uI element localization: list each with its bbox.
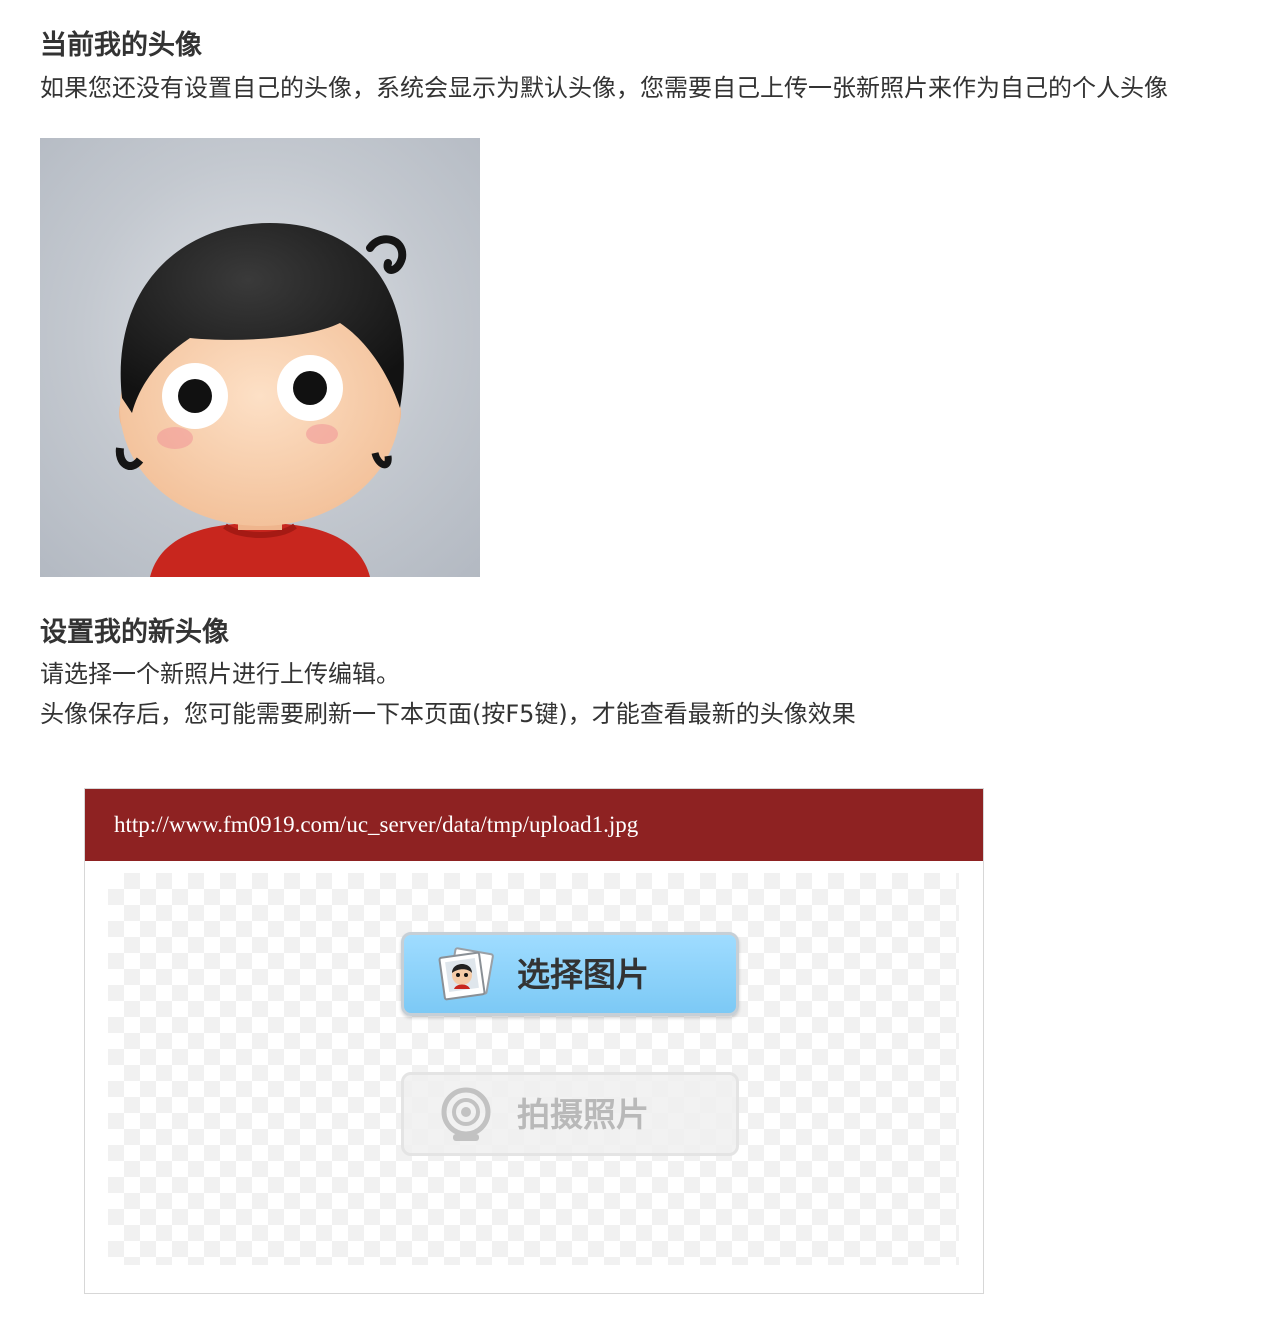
take-photo-button[interactable]: 拍摄照片 (401, 1072, 739, 1156)
current-avatar-heading: 当前我的头像 (40, 30, 202, 61)
photo-stack-icon (436, 945, 498, 1005)
current-avatar-description: 如果您还没有设置自己的头像，系统会显示为默认头像，您需要自己上传一张新照片来作为… (40, 74, 1168, 102)
avatar-uploader: http://www.fm0919.com/uc_server/data/tmp… (84, 788, 984, 1294)
webcam-icon (436, 1085, 498, 1145)
select-image-label: 选择图片 (517, 955, 649, 994)
uploader-url: http://www.fm0919.com/uc_server/data/tmp… (114, 812, 639, 837)
new-avatar-refresh-note: 头像保存后，您可能需要刷新一下本页面(按F5键)，才能查看最新的头像效果 (40, 700, 856, 728)
default-avatar-image (40, 138, 480, 577)
uploader-header: http://www.fm0919.com/uc_server/data/tmp… (85, 789, 983, 861)
new-avatar-instruction: 请选择一个新照片进行上传编辑。 (40, 660, 400, 688)
take-photo-label: 拍摄照片 (517, 1095, 649, 1134)
new-avatar-heading: 设置我的新头像 (40, 617, 229, 648)
select-image-button[interactable]: 选择图片 (401, 932, 739, 1016)
upload-canvas: 选择图片 拍摄照片 (108, 873, 959, 1265)
